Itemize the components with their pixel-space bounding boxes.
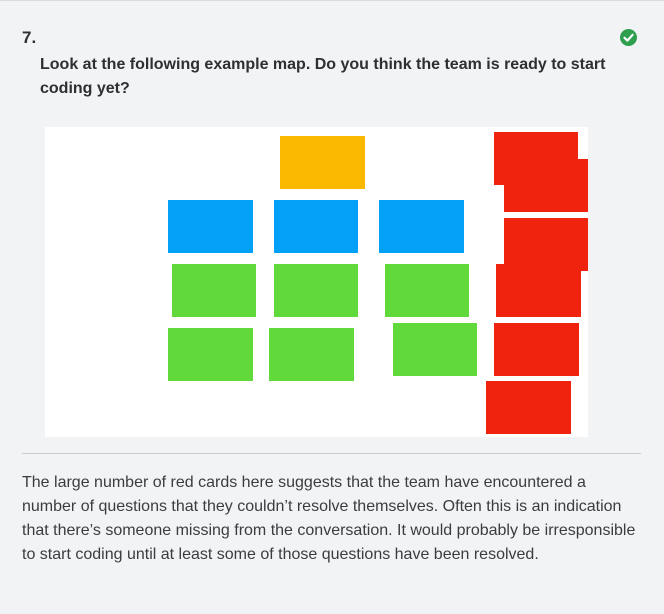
question-card	[496, 264, 581, 317]
example-map-image	[45, 127, 588, 437]
check-circle-icon	[620, 29, 637, 46]
quiz-question-card: 7. Look at the following example map. Do…	[0, 0, 664, 614]
rule-card	[379, 200, 464, 253]
divider	[22, 453, 641, 454]
example-card	[393, 323, 477, 376]
question-number: 7.	[22, 28, 37, 47]
story-card	[280, 136, 365, 189]
example-card	[385, 264, 469, 317]
example-card	[172, 264, 256, 317]
feedback-text: The large number of red cards here sugge…	[22, 474, 636, 563]
question-card	[494, 323, 579, 376]
rule-card	[168, 200, 253, 253]
example-card	[274, 264, 358, 317]
question-text: Look at the following example map. Do yo…	[40, 56, 606, 97]
rule-card	[274, 200, 358, 253]
example-card	[168, 328, 253, 381]
question-card	[486, 381, 571, 434]
example-card	[269, 328, 354, 381]
question-card	[504, 159, 588, 212]
